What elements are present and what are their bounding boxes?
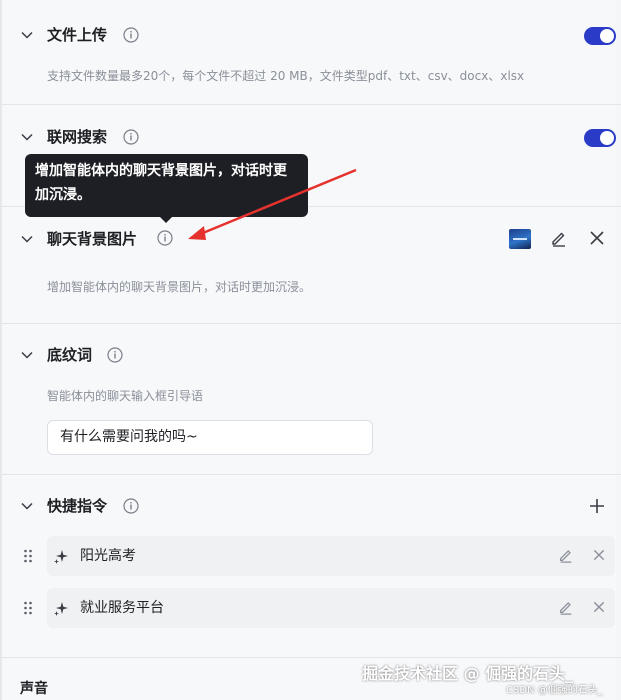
section-title-sound: 声音 [20, 681, 48, 697]
chevron-down-icon[interactable] [20, 28, 34, 42]
section-title-quick-commands: 快捷指令 [47, 497, 108, 515]
chevron-down-icon[interactable] [20, 499, 34, 513]
section-title-web-search: 联网搜索 [47, 128, 108, 146]
section-title-hint-text: 底纹词 [47, 346, 93, 364]
section-title-chat-background: 聊天背景图片 [47, 230, 138, 248]
edit-icon[interactable] [558, 599, 574, 615]
sparkle-icon [54, 602, 68, 616]
chat-background-description: 增加智能体内的聊天背景图片，对话时更加沉浸。 [47, 280, 312, 294]
info-tooltip: 增加智能体内的聊天背景图片，对话时更加沉浸。 [25, 154, 308, 217]
tooltip-arrow [160, 217, 172, 223]
edit-icon[interactable] [550, 229, 568, 247]
drag-handle-icon[interactable] [23, 549, 33, 563]
quick-command-item[interactable]: 阳光高考 [47, 536, 615, 576]
file-upload-toggle[interactable] [584, 27, 616, 45]
hint-text-description: 智能体内的聊天输入框引导语 [47, 389, 204, 403]
chevron-down-icon[interactable] [20, 130, 34, 144]
section-divider [2, 657, 621, 658]
drag-handle-icon[interactable] [23, 601, 33, 615]
close-icon[interactable] [592, 548, 606, 562]
chevron-down-icon[interactable] [20, 232, 34, 246]
background-image-thumbnail[interactable] [509, 229, 531, 249]
edit-icon[interactable] [558, 547, 574, 563]
chevron-down-icon[interactable] [20, 348, 34, 362]
info-icon[interactable] [123, 498, 139, 514]
quick-command-label: 就业服务平台 [80, 600, 164, 616]
info-icon[interactable] [157, 230, 173, 246]
section-divider [2, 474, 621, 475]
watermark-sub: CSDN @倔强的石头_ [506, 685, 603, 696]
hint-text-input[interactable]: 有什么需要问我的吗~ [47, 420, 373, 455]
file-upload-description: 支持文件数量最多20个，每个文件不超过 20 MB，文件类型pdf、txt、cs… [47, 69, 525, 83]
sparkle-icon [54, 550, 68, 564]
quick-command-item[interactable]: 就业服务平台 [47, 588, 615, 628]
section-divider [2, 104, 621, 105]
info-icon[interactable] [107, 347, 123, 363]
web-search-toggle[interactable] [584, 129, 616, 147]
close-icon[interactable] [588, 229, 606, 247]
info-icon[interactable] [123, 27, 139, 43]
plus-icon[interactable] [588, 497, 606, 515]
close-icon[interactable] [592, 600, 606, 614]
info-icon[interactable] [123, 129, 139, 145]
quick-command-label: 阳光高考 [80, 548, 136, 564]
section-divider [2, 323, 621, 324]
section-title-file-upload: 文件上传 [47, 26, 108, 44]
